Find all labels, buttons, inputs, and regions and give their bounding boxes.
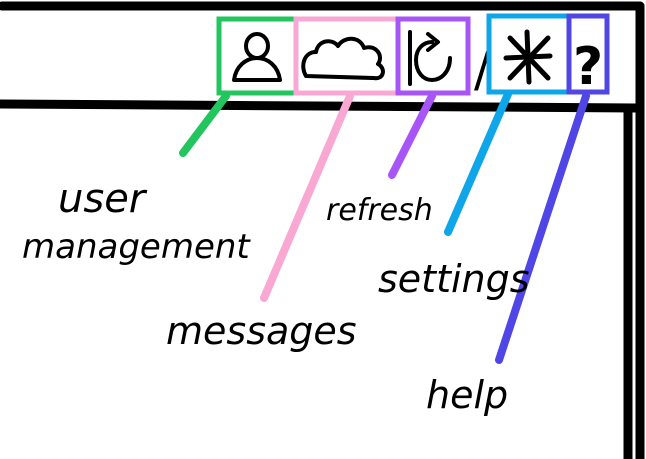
messages-label: messages — [166, 309, 357, 353]
question-icon: ? — [573, 37, 603, 97]
wireframe-diagram: / ? user management messages refresh set… — [0, 1, 645, 459]
settings-callout-line — [444, 90, 512, 236]
toolbar: / ? — [216, 13, 610, 98]
help-callout-line — [495, 92, 590, 364]
toolbar-divider — [0, 99, 645, 113]
help-label: help — [426, 373, 508, 417]
settings-button[interactable] — [486, 13, 572, 95]
refresh-label: refresh — [326, 193, 433, 228]
cloud-icon — [301, 36, 385, 81]
help-button[interactable]: ? — [566, 13, 610, 97]
user-management-label-line1: user — [58, 176, 148, 222]
messages-highlight-box — [293, 16, 401, 96]
settings-label: settings — [378, 257, 530, 301]
user-management-label-line2: management — [22, 227, 251, 267]
messages-button[interactable] — [293, 16, 401, 96]
user-management-button[interactable] — [216, 16, 299, 96]
asterisk-icon — [503, 29, 553, 85]
refresh-icon — [408, 30, 452, 86]
user-icon — [232, 32, 282, 82]
refresh-button[interactable] — [395, 16, 471, 96]
